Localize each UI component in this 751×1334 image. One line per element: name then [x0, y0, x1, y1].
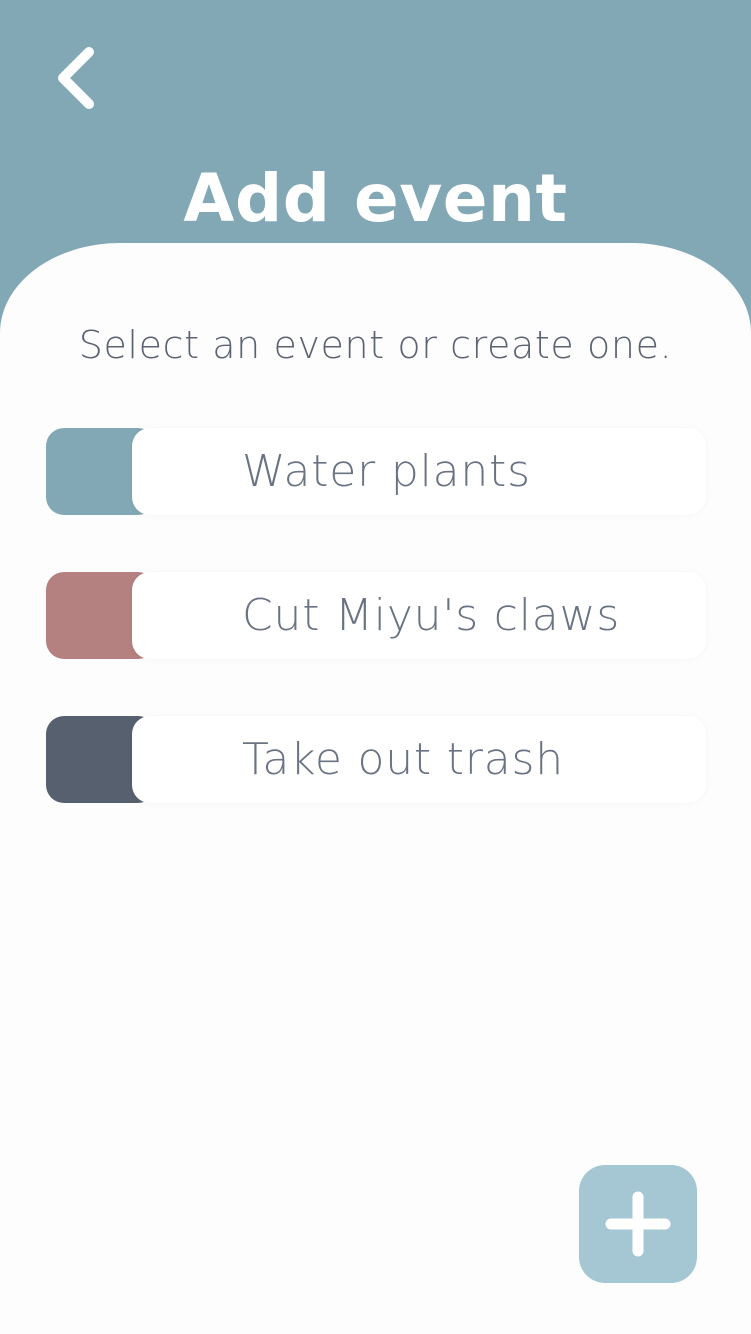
plus-icon	[605, 1191, 671, 1257]
page-title: Add event	[183, 160, 568, 237]
event-item-cut-miyus-claws[interactable]: Cut Miyu's claws	[46, 572, 706, 659]
event-card: Take out trash	[132, 716, 706, 803]
event-label: Water plants	[242, 446, 531, 497]
event-label: Take out trash	[242, 734, 564, 785]
chevron-left-icon	[58, 47, 94, 109]
instruction-text: Select an event or create one.	[78, 323, 673, 367]
event-list: Water plants Cut Miyu's claws Take out t…	[46, 428, 706, 860]
back-button[interactable]	[40, 36, 110, 120]
event-item-water-plants[interactable]: Water plants	[46, 428, 706, 515]
event-label: Cut Miyu's claws	[242, 590, 621, 641]
event-card: Cut Miyu's claws	[132, 572, 706, 659]
add-event-screen: Add event Select an event or create one.…	[0, 0, 751, 1334]
event-item-take-out-trash[interactable]: Take out trash	[46, 716, 706, 803]
event-card: Water plants	[132, 428, 706, 515]
add-event-button[interactable]	[579, 1165, 697, 1283]
content-sheet: Select an event or create one. Water pla…	[0, 243, 751, 1334]
